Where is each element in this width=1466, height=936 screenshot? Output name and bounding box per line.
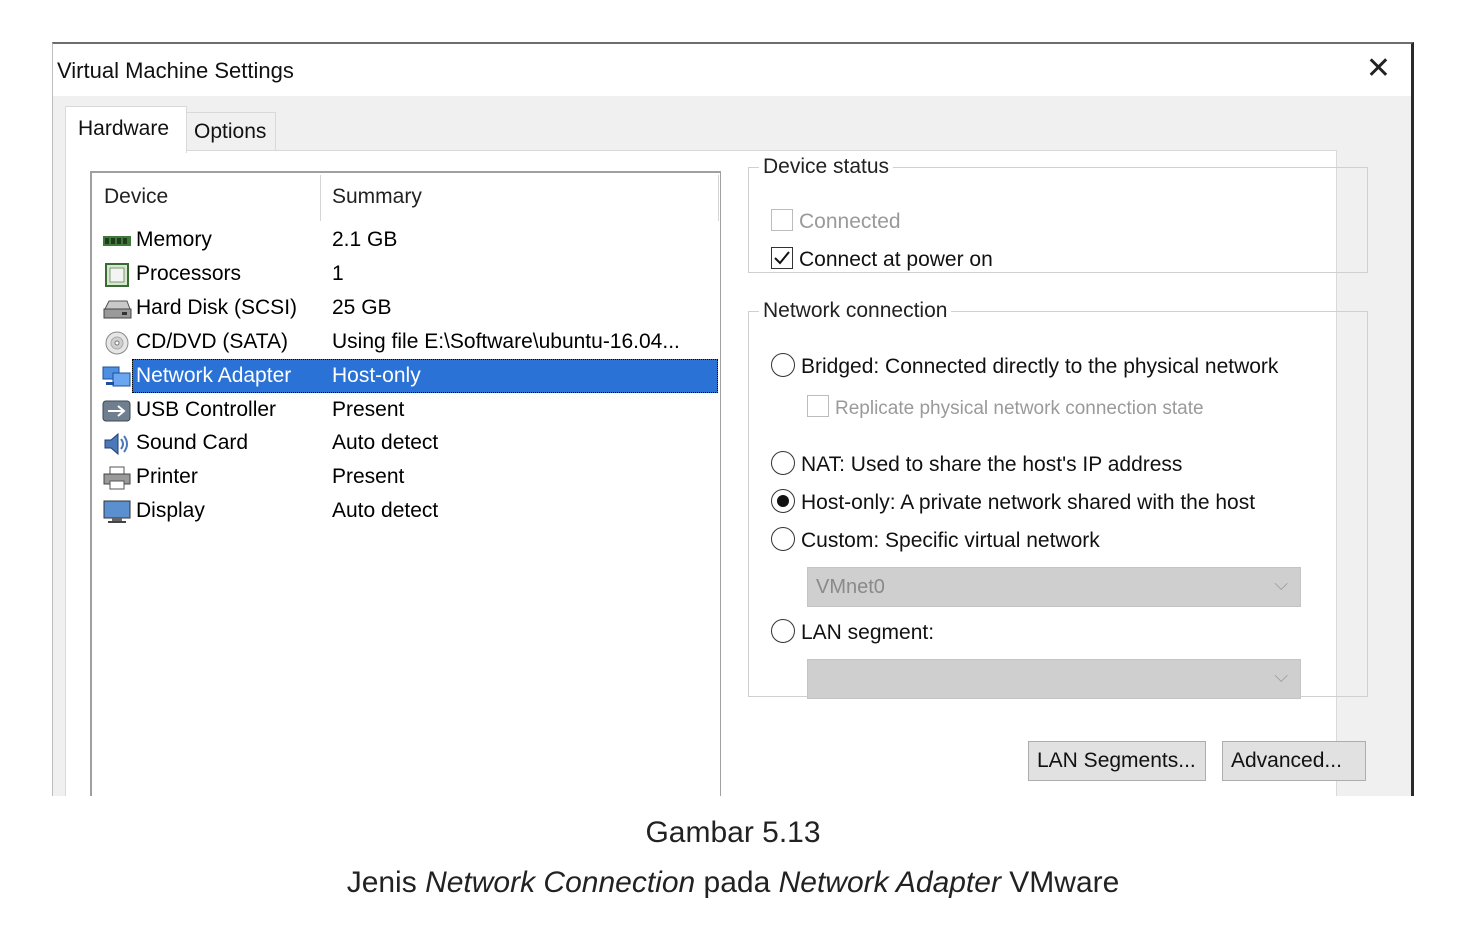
device-name: Network Adapter bbox=[136, 364, 292, 387]
bridged-label: Bridged: Connected directly to the physi… bbox=[801, 355, 1279, 378]
caption-italic: Network Connection bbox=[425, 866, 696, 899]
bridged-radio[interactable]: Bridged: Connected directly to the physi… bbox=[771, 353, 1278, 379]
device-name: Printer bbox=[136, 465, 198, 488]
memory-icon bbox=[103, 236, 131, 246]
custom-label: Custom: Specific virtual network bbox=[801, 529, 1100, 552]
network-connection-legend: Network connection bbox=[763, 299, 948, 322]
replicate-label: Replicate physical network connection st… bbox=[835, 398, 1204, 419]
caption-italic: Network Adapter bbox=[778, 866, 1001, 899]
radio-selected-icon bbox=[771, 489, 795, 513]
summary-column-header[interactable]: Summary bbox=[332, 185, 422, 209]
chevron-down-icon: ⌵ bbox=[1274, 666, 1288, 686]
tab-hardware-label: Hardware bbox=[78, 117, 170, 140]
figure-number: Gambar 5.13 bbox=[645, 816, 821, 849]
hardware-tab-panel: Device Summary Memory 2.1 GB Processors … bbox=[65, 150, 1368, 796]
advanced-button-label: Advanced... bbox=[1231, 749, 1342, 772]
dialog-body: Hardware Options Device Summary Memory 2… bbox=[53, 96, 1411, 796]
network-connection-group: Network connection Bridged: Connected di… bbox=[748, 299, 1368, 699]
device-summary: 2.1 GB bbox=[332, 228, 398, 251]
column-separator[interactable] bbox=[320, 175, 321, 221]
device-summary: Present bbox=[332, 398, 405, 421]
device-name: CD/DVD (SATA) bbox=[136, 330, 289, 353]
device-status-group: Device status Connected Connect at power… bbox=[748, 155, 1368, 273]
lan-segments-button[interactable]: LAN Segments... bbox=[1028, 741, 1206, 781]
advanced-button[interactable]: Advanced... bbox=[1222, 741, 1366, 781]
printer-icon bbox=[103, 466, 131, 490]
radio-circle bbox=[771, 451, 795, 475]
device-row-usb-controller[interactable]: USB Controller Present bbox=[92, 393, 718, 427]
host-only-label: Host-only: A private network shared with… bbox=[801, 491, 1256, 514]
cd-dvd-icon bbox=[105, 331, 129, 355]
device-name: Sound Card bbox=[136, 431, 249, 454]
checkbox-box bbox=[807, 395, 829, 417]
title-bar: Virtual Machine Settings ✕ bbox=[53, 44, 1411, 96]
custom-radio[interactable]: Custom: Specific virtual network bbox=[771, 527, 1100, 553]
lan-segment-select[interactable]: ⌵ bbox=[807, 659, 1301, 699]
virtual-machine-settings-dialog: Virtual Machine Settings ✕ Hardware Opti… bbox=[52, 42, 1414, 796]
device-row-display[interactable]: Display Auto detect bbox=[92, 494, 718, 528]
device-name: USB Controller bbox=[136, 398, 277, 421]
nat-radio[interactable]: NAT: Used to share the host's IP address bbox=[771, 451, 1182, 477]
window-title: Virtual Machine Settings bbox=[57, 58, 294, 83]
tab-options[interactable]: Options bbox=[186, 112, 276, 151]
device-name: Display bbox=[136, 499, 205, 522]
chevron-down-icon: ⌵ bbox=[1274, 574, 1288, 594]
hard-disk-icon bbox=[103, 300, 132, 319]
usb-icon bbox=[102, 400, 131, 422]
device-row-memory[interactable]: Memory 2.1 GB bbox=[92, 223, 718, 257]
sound-card-icon bbox=[104, 432, 128, 456]
device-summary: 1 bbox=[332, 262, 344, 285]
device-row-cd-dvd[interactable]: CD/DVD (SATA) Using file E:\Software\ubu… bbox=[92, 325, 718, 359]
custom-network-select[interactable]: VMnet0 ⌵ bbox=[807, 567, 1301, 607]
device-name: Memory bbox=[136, 228, 212, 251]
device-summary: Present bbox=[332, 465, 405, 488]
processor-icon bbox=[105, 263, 129, 287]
tab-options-label: Options bbox=[194, 120, 267, 143]
connect-at-power-on-checkbox[interactable]: Connect at power on bbox=[771, 247, 993, 272]
device-row-sound-card[interactable]: Sound Card Auto detect bbox=[92, 426, 718, 460]
radio-circle bbox=[771, 353, 795, 377]
display-icon bbox=[103, 500, 131, 523]
device-column-header[interactable]: Device bbox=[104, 185, 168, 209]
caption-part: VMware bbox=[1000, 866, 1120, 899]
device-row-processors[interactable]: Processors 1 bbox=[92, 257, 718, 291]
device-list: Device Summary Memory 2.1 GB Processors … bbox=[90, 171, 721, 796]
lan-segments-button-label: LAN Segments... bbox=[1037, 749, 1196, 772]
device-summary: 25 GB bbox=[332, 296, 392, 319]
radio-circle bbox=[771, 527, 795, 551]
connect-at-power-on-label: Connect at power on bbox=[799, 248, 993, 271]
device-row-hard-disk[interactable]: Hard Disk (SCSI) 25 GB bbox=[92, 291, 718, 325]
tab-hardware[interactable]: Hardware bbox=[65, 106, 187, 153]
device-summary: Host-only bbox=[332, 364, 421, 387]
caption-part: Jenis bbox=[346, 866, 426, 899]
device-name: Processors bbox=[136, 262, 242, 285]
radio-circle bbox=[771, 619, 795, 643]
column-separator-end bbox=[718, 175, 719, 221]
device-status-legend: Device status bbox=[763, 155, 890, 178]
lan-segment-label: LAN segment: bbox=[801, 621, 935, 644]
connected-checkbox[interactable]: Connected bbox=[771, 209, 901, 234]
device-row-printer[interactable]: Printer Present bbox=[92, 460, 718, 494]
host-only-radio[interactable]: Host-only: A private network shared with… bbox=[771, 489, 1255, 515]
custom-network-value: VMnet0 bbox=[816, 576, 885, 598]
close-icon[interactable]: ✕ bbox=[1366, 54, 1391, 84]
device-summary: Auto detect bbox=[332, 431, 439, 454]
checkbox-box bbox=[771, 209, 793, 231]
nat-label: NAT: Used to share the host's IP address bbox=[801, 453, 1183, 476]
device-row-network-adapter[interactable]: Network Adapter Host-only bbox=[92, 359, 718, 393]
replicate-checkbox[interactable]: Replicate physical network connection st… bbox=[807, 395, 1204, 420]
device-name: Hard Disk (SCSI) bbox=[136, 296, 298, 319]
lan-segment-radio[interactable]: LAN segment: bbox=[771, 619, 934, 645]
device-summary: Using file E:\Software\ubuntu-16.04... bbox=[332, 330, 680, 353]
device-summary: Auto detect bbox=[332, 499, 439, 522]
checkbox-checked-icon bbox=[771, 247, 793, 269]
network-adapter-icon bbox=[102, 366, 131, 387]
figure-caption: Jenis Network Connection pada Network Ad… bbox=[0, 866, 1466, 900]
caption-part: pada bbox=[695, 866, 779, 899]
connected-label: Connected bbox=[799, 210, 901, 233]
